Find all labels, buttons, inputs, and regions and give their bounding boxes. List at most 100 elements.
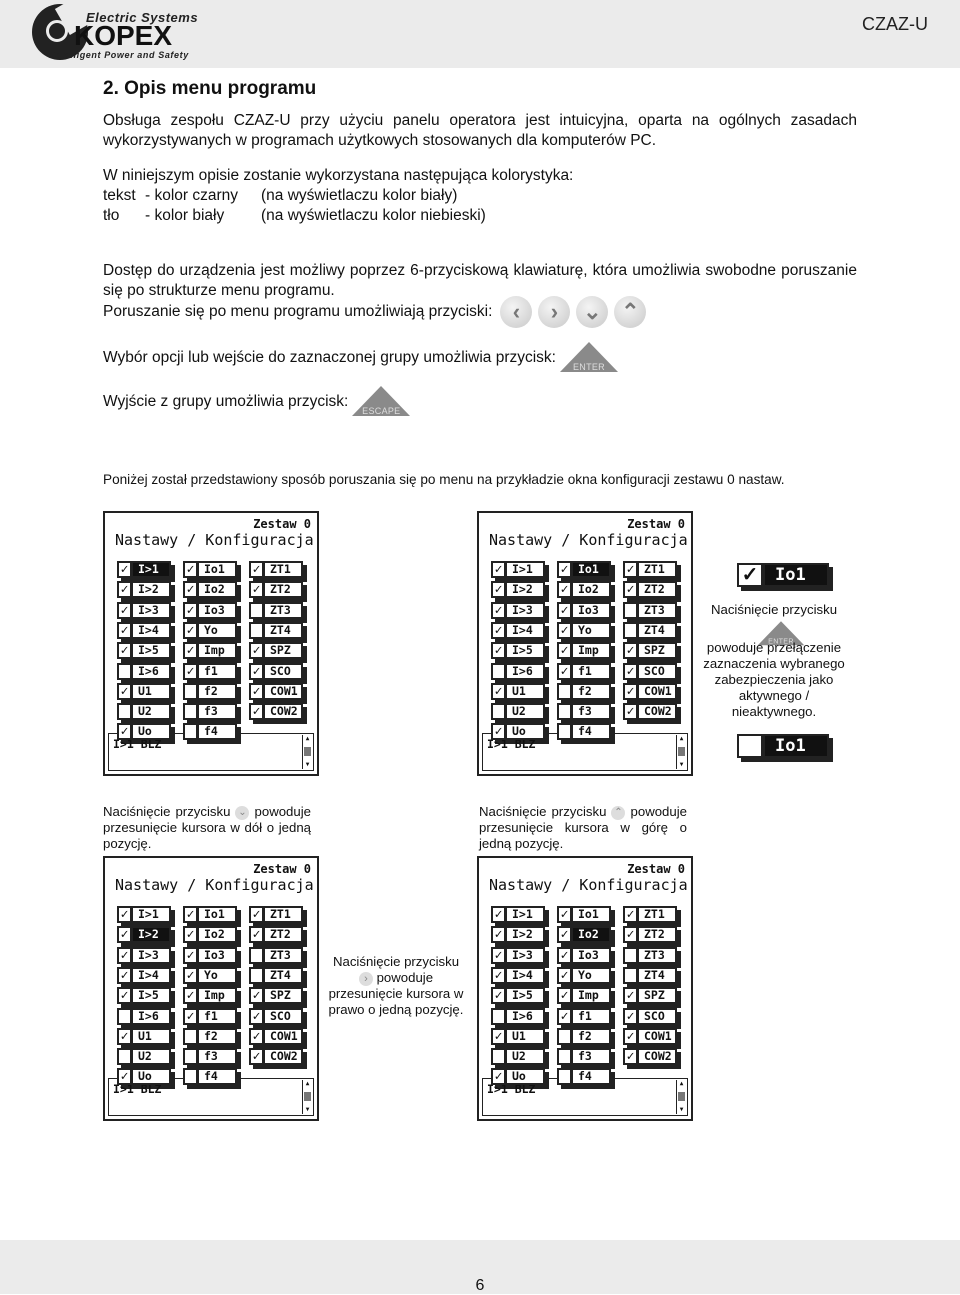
protection-item[interactable]: ZT3 bbox=[249, 601, 307, 623]
checkbox-checked[interactable]: ✓ bbox=[491, 946, 506, 964]
checkbox-checked[interactable]: ✓ bbox=[491, 601, 506, 619]
checkbox-checked[interactable]: ✓ bbox=[183, 966, 198, 984]
scroll-up-icon[interactable]: ▲ bbox=[678, 1081, 685, 1087]
checkbox-checked[interactable]: ✓ bbox=[623, 581, 638, 599]
protection-item[interactable]: ✓ I>5 bbox=[491, 642, 549, 664]
scroll-up-icon[interactable]: ▲ bbox=[304, 1081, 311, 1087]
protection-item[interactable]: ✓ Yo bbox=[183, 966, 241, 988]
protection-item[interactable]: f2 bbox=[557, 682, 615, 704]
checkbox-checked[interactable]: ✓ bbox=[249, 561, 264, 578]
checkbox-checked[interactable]: ✓ bbox=[623, 662, 638, 680]
checkbox-checked[interactable]: ✓ bbox=[117, 621, 132, 639]
protection-item[interactable]: ✓ I>5 bbox=[117, 987, 175, 1009]
protection-item[interactable]: ✓ SCO bbox=[249, 1007, 307, 1029]
checkbox-checked[interactable]: ✓ bbox=[557, 946, 572, 964]
protection-item[interactable]: f3 bbox=[557, 1048, 615, 1070]
protection-item[interactable]: U2 bbox=[117, 703, 175, 725]
scrollbar[interactable]: ▲ ▼ bbox=[676, 1080, 686, 1114]
protection-item[interactable]: ✓ I>3 bbox=[491, 601, 549, 623]
scroll-thumb[interactable] bbox=[304, 747, 311, 756]
checkbox-checked[interactable]: ✓ bbox=[491, 966, 506, 984]
checkbox-checked[interactable]: ✓ bbox=[623, 1048, 638, 1066]
checkbox-checked[interactable]: ✓ bbox=[557, 966, 572, 984]
checkbox-checked[interactable]: ✓ bbox=[117, 642, 132, 660]
protection-item[interactable]: ✓ Yo bbox=[183, 621, 241, 643]
protection-item[interactable]: ✓ COW2 bbox=[623, 1048, 681, 1070]
scroll-up-icon[interactable]: ▲ bbox=[678, 736, 685, 742]
protection-item[interactable]: ✓ SPZ bbox=[249, 987, 307, 1009]
scroll-thumb[interactable] bbox=[678, 747, 685, 756]
protection-item[interactable]: ✓ U1 bbox=[117, 1027, 175, 1049]
protection-item[interactable]: U2 bbox=[491, 1048, 549, 1070]
checkbox-checked[interactable]: ✓ bbox=[249, 926, 264, 944]
protection-item[interactable]: ✓ ZT1 bbox=[249, 561, 307, 582]
protection-item[interactable]: I>6 bbox=[491, 1007, 549, 1029]
protection-item[interactable]: ✓ Io1 bbox=[557, 561, 615, 582]
protection-item[interactable]: ✓ SCO bbox=[623, 1007, 681, 1029]
protection-item[interactable]: ✓ Uo bbox=[117, 1068, 175, 1090]
protection-item[interactable]: ✓ Uo bbox=[117, 723, 175, 745]
protection-item[interactable]: I>6 bbox=[117, 662, 175, 684]
protection-item[interactable]: ✓ Imp bbox=[557, 987, 615, 1009]
protection-item[interactable]: ✓ Imp bbox=[183, 987, 241, 1009]
checkbox-unchecked[interactable] bbox=[491, 1048, 506, 1066]
protection-item[interactable]: ✓ Io3 bbox=[183, 601, 241, 623]
scroll-thumb[interactable] bbox=[304, 1092, 311, 1101]
scroll-up-icon[interactable]: ▲ bbox=[304, 736, 311, 742]
protection-item[interactable]: I>6 bbox=[491, 662, 549, 684]
checkbox-unchecked[interactable] bbox=[623, 621, 638, 639]
checkbox-unchecked[interactable] bbox=[491, 703, 506, 721]
protection-item[interactable]: ✓ Io1 bbox=[183, 906, 241, 927]
protection-item[interactable]: ✓ Io2 bbox=[557, 926, 615, 948]
protection-item[interactable]: ✓ Io3 bbox=[557, 601, 615, 623]
checkbox-checked[interactable]: ✓ bbox=[249, 642, 264, 660]
checkbox-checked[interactable]: ✓ bbox=[249, 906, 264, 923]
checkbox-checked[interactable]: ✓ bbox=[557, 1007, 572, 1025]
checkbox-checked[interactable]: ✓ bbox=[117, 581, 132, 599]
checkbox-checked[interactable]: ✓ bbox=[249, 1048, 264, 1066]
protection-item[interactable]: ZT3 bbox=[623, 601, 681, 623]
protection-item[interactable]: ✓ Io1 bbox=[557, 906, 615, 927]
checkbox-checked[interactable]: ✓ bbox=[557, 926, 572, 944]
checkbox-checked[interactable]: ✓ bbox=[557, 581, 572, 599]
protection-item[interactable]: ✓ I>1 bbox=[491, 906, 549, 927]
protection-item[interactable]: ✓ ZT1 bbox=[623, 906, 681, 927]
protection-item[interactable]: ✓ Yo bbox=[557, 621, 615, 643]
checkbox-unchecked[interactable] bbox=[491, 662, 506, 680]
checkbox-checked[interactable]: ✓ bbox=[249, 682, 264, 700]
scroll-down-icon[interactable]: ▼ bbox=[304, 1107, 311, 1113]
checkbox-checked[interactable]: ✓ bbox=[623, 561, 638, 578]
protection-item[interactable]: ✓ COW2 bbox=[623, 703, 681, 725]
checkbox-unchecked[interactable] bbox=[557, 703, 572, 721]
checkbox-checked[interactable]: ✓ bbox=[491, 987, 506, 1005]
checkbox-unchecked[interactable] bbox=[117, 703, 132, 721]
checkbox-checked[interactable]: ✓ bbox=[183, 987, 198, 1005]
protection-item[interactable]: I>6 bbox=[117, 1007, 175, 1029]
protection-item[interactable]: ✓ SPZ bbox=[623, 642, 681, 664]
protection-item[interactable]: ZT3 bbox=[249, 946, 307, 968]
protection-item[interactable]: ✓ f1 bbox=[557, 662, 615, 684]
checkbox-checked[interactable]: ✓ bbox=[491, 906, 506, 923]
protection-item[interactable]: ✓ I>4 bbox=[491, 966, 549, 988]
protection-item[interactable]: ✓ I>2 bbox=[117, 926, 175, 948]
scroll-down-icon[interactable]: ▼ bbox=[678, 762, 685, 768]
checkbox-checked[interactable]: ✓ bbox=[117, 1068, 132, 1086]
checkbox-unchecked[interactable] bbox=[117, 662, 132, 680]
protection-item[interactable]: ✓ SPZ bbox=[623, 987, 681, 1009]
checkbox-unchecked[interactable] bbox=[557, 682, 572, 700]
protection-item[interactable]: ✓ Imp bbox=[183, 642, 241, 664]
checkbox-unchecked[interactable] bbox=[557, 723, 572, 741]
protection-item[interactable]: ✓ SCO bbox=[623, 662, 681, 684]
protection-item[interactable]: ✓ ZT1 bbox=[249, 906, 307, 927]
checkbox-checked[interactable]: ✓ bbox=[249, 581, 264, 599]
checkbox-unchecked[interactable] bbox=[183, 1048, 198, 1066]
protection-item[interactable]: ✓ SCO bbox=[249, 662, 307, 684]
checkbox-checked[interactable]: ✓ bbox=[557, 601, 572, 619]
protection-item[interactable]: ✓ I>2 bbox=[491, 926, 549, 948]
checkbox-checked[interactable]: ✓ bbox=[117, 987, 132, 1005]
checkbox-checked[interactable]: ✓ bbox=[249, 1007, 264, 1025]
protection-item[interactable]: ✓ I>4 bbox=[117, 621, 175, 643]
protection-item[interactable]: ✓ Imp bbox=[557, 642, 615, 664]
protection-item[interactable]: ✓ ZT2 bbox=[623, 926, 681, 948]
protection-item[interactable]: ✓ U1 bbox=[491, 1027, 549, 1049]
